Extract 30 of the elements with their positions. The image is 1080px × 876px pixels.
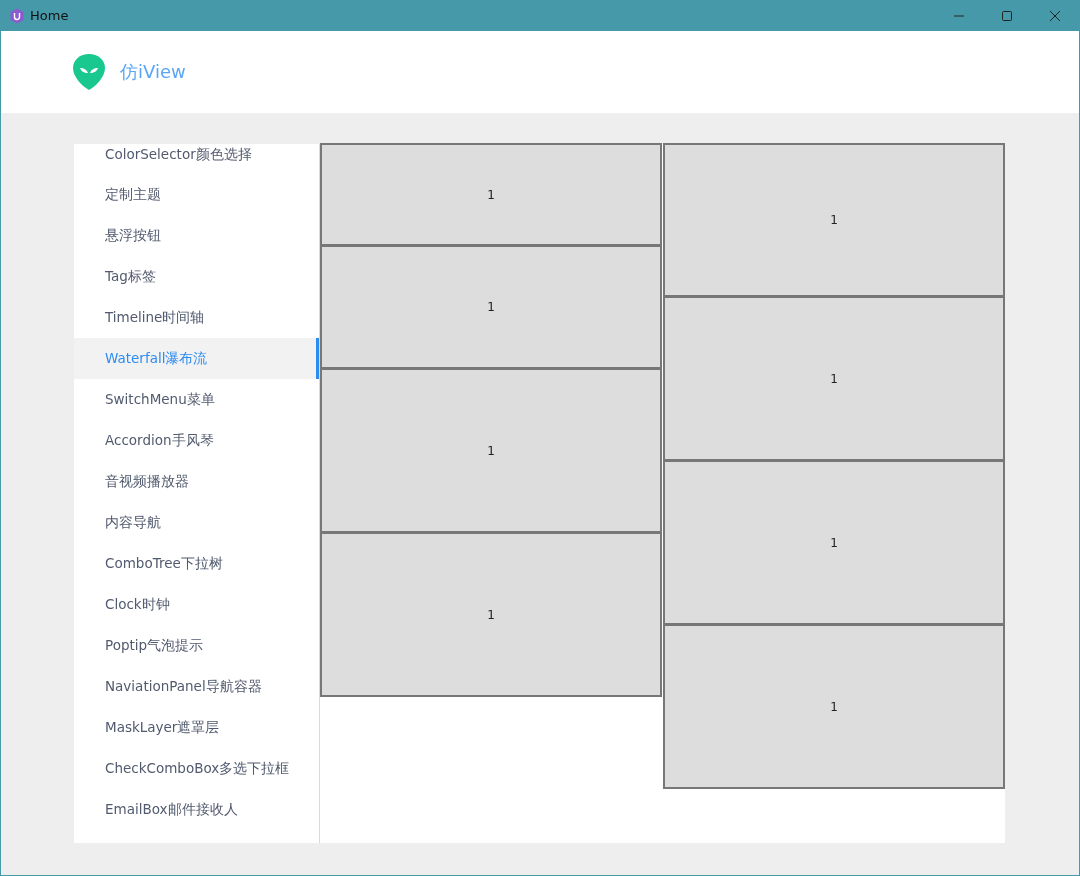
waterfall-card: 1 <box>320 245 662 369</box>
sidebar-item[interactable]: Accordion手风琴 <box>74 420 319 461</box>
sidebar-item[interactable]: ColorSelector颜色选择 <box>74 144 319 174</box>
sidebar-item[interactable]: 音视频播放器 <box>74 461 319 502</box>
waterfall-card: 1 <box>663 624 1005 789</box>
sidebar-item[interactable]: Poptip气泡提示 <box>74 625 319 666</box>
maximize-icon <box>1001 9 1013 22</box>
app-title: 仿iView <box>120 60 186 84</box>
waterfall-card: 1 <box>663 460 1005 625</box>
sidebar-item[interactable]: Clock时钟 <box>74 584 319 625</box>
sidebar-item[interactable]: MaskLayer遮罩层 <box>74 707 319 748</box>
sidebar-item[interactable]: 内容导航 <box>74 502 319 543</box>
app-icon <box>9 7 25 24</box>
sidebar-item[interactable]: ComboTree下拉树 <box>74 543 319 584</box>
sidebar-item[interactable]: Timeline时间轴 <box>74 297 319 338</box>
sidebar-item[interactable]: CheckComboBox多选下拉框 <box>74 748 319 789</box>
sidebar-item[interactable]: NaviationPanel导航容器 <box>74 666 319 707</box>
sidebar-item[interactable]: EmailBox邮件接收人 <box>74 789 319 830</box>
alien-logo-icon <box>73 54 105 90</box>
waterfall-card: 1 <box>320 368 662 533</box>
window-title: Home <box>30 8 69 23</box>
waterfall-card: 1 <box>320 532 662 697</box>
sidebar-item[interactable]: 悬浮按钮 <box>74 215 319 256</box>
waterfall-card: 1 <box>663 296 1005 461</box>
sidebar-item[interactable]: Tag标签 <box>74 256 319 297</box>
sidebar-item[interactable]: 定制主题 <box>74 174 319 215</box>
waterfall-card: 1 <box>663 143 1005 297</box>
sidebar-item[interactable]: SwitchMenu菜单 <box>74 379 319 420</box>
waterfall-card: 1 <box>320 143 662 246</box>
close-icon <box>1049 9 1061 22</box>
